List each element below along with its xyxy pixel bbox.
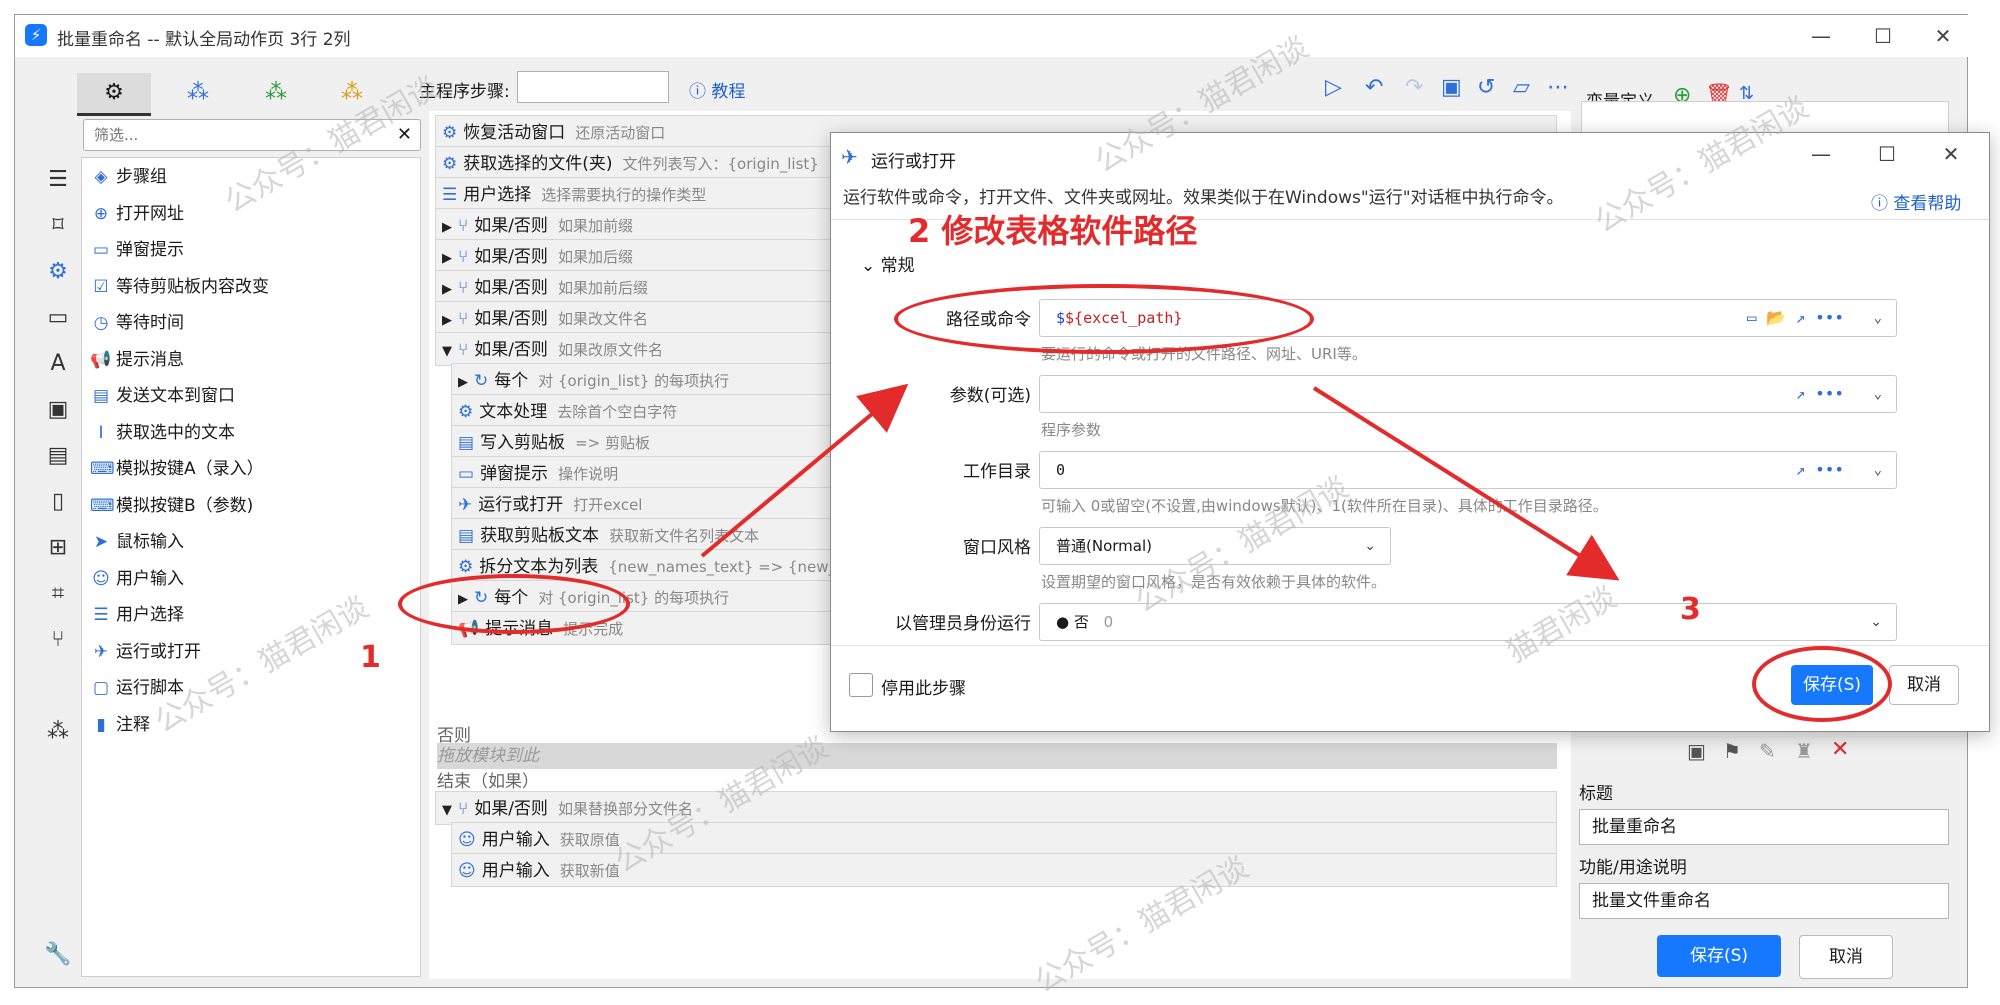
arrow-to-path — [700, 383, 909, 558]
arrow-to-3 — [1312, 386, 1620, 581]
